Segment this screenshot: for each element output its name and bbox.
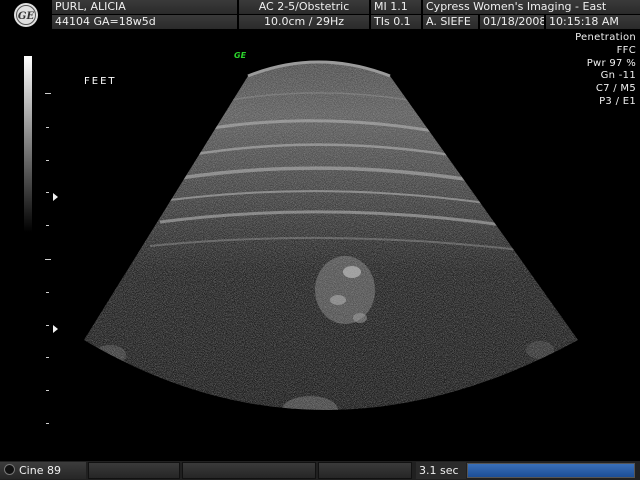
cine-progress-bar[interactable] xyxy=(467,463,635,478)
cine-segment[interactable] xyxy=(88,462,180,479)
cine-duration: 3.1 sec xyxy=(416,462,466,479)
cine-counter[interactable]: Cine 89 xyxy=(0,462,86,479)
cine-segment[interactable] xyxy=(182,462,316,479)
cine-progress-fill xyxy=(468,464,634,477)
cine-record-icon xyxy=(4,464,15,475)
ultrasound-sector-image xyxy=(84,60,578,410)
cine-segment[interactable] xyxy=(318,462,412,479)
cine-label: Cine 89 xyxy=(19,464,61,477)
